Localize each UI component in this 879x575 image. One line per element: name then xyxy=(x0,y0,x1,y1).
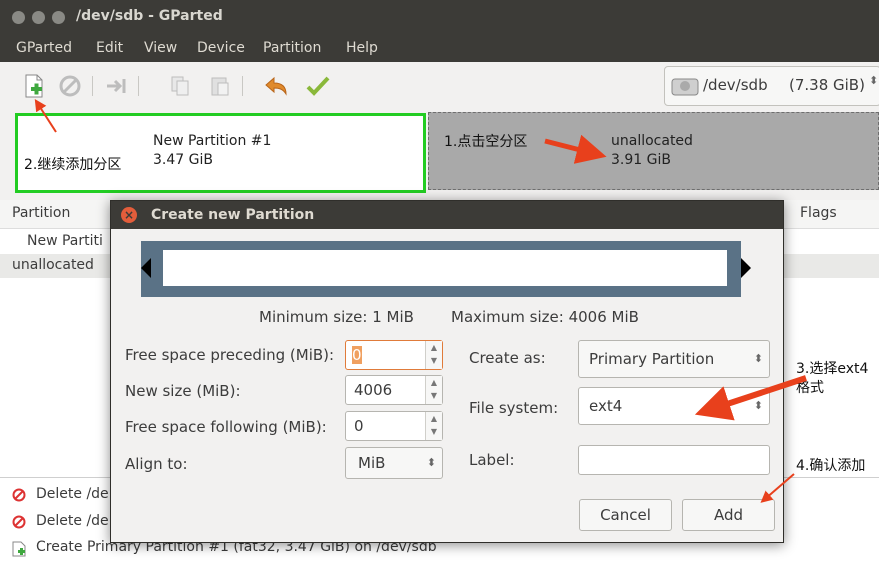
arrow-step1-icon xyxy=(544,134,607,164)
arrow-step4-icon xyxy=(760,473,795,503)
annotation-arrows xyxy=(34,98,807,503)
arrow-step3-icon xyxy=(694,375,807,421)
arrow-step2-icon xyxy=(34,98,57,133)
